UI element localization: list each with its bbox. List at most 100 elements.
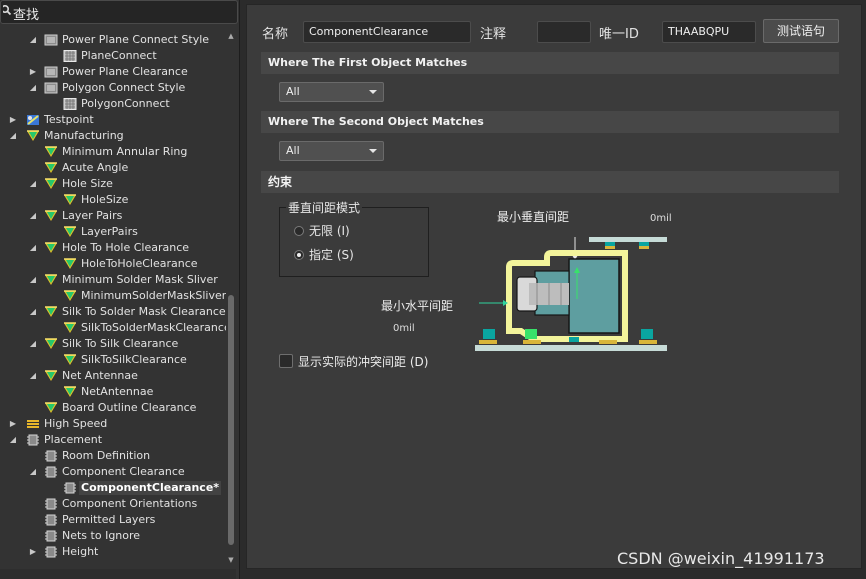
tree-item-label: PolygonConnect (81, 97, 170, 110)
tree-item-label: Minimum Annular Ring (62, 145, 188, 158)
rule-icon (44, 34, 58, 46)
expand-closed-icon[interactable]: ▶ (8, 416, 18, 432)
upper-pad (639, 246, 649, 249)
name-field[interactable]: ComponentClearance (303, 21, 471, 43)
manufacturing-icon (44, 242, 58, 254)
tree-item[interactable]: NetAntennae (0, 384, 226, 400)
show-actual-label[interactable]: 显示实际的冲突间距 (D) (298, 353, 428, 370)
tree-item[interactable]: ◢ Hole To Hole Clearance (0, 240, 226, 256)
show-actual-checkbox[interactable] (279, 354, 293, 368)
tree-item[interactable]: ◢ Component Clearance (0, 464, 226, 480)
search-box[interactable]: 查找 (0, 0, 238, 24)
scroll-down-icon[interactable]: ▼ (227, 556, 235, 564)
tree-item[interactable]: Component Orientations (0, 496, 226, 512)
manufacturing-icon (26, 130, 40, 142)
unique-id-field[interactable]: THAABQPU (662, 21, 756, 43)
tree-item-label: SilkToSilkClearance (81, 353, 187, 366)
tree-item[interactable]: Board Outline Clearance (0, 400, 226, 416)
lower-pad (599, 340, 617, 344)
expand-closed-icon[interactable]: ▶ (28, 544, 38, 560)
radio-specified[interactable] (294, 250, 304, 260)
expand-open-icon[interactable]: ◢ (28, 32, 38, 48)
comment-field[interactable] (537, 21, 591, 43)
expand-open-icon[interactable]: ◢ (8, 128, 18, 144)
tree-item[interactable]: ◢ Silk To Silk Clearance (0, 336, 226, 352)
tree-scrollbar[interactable]: ▲ ▼ (226, 30, 236, 568)
expand-open-icon[interactable]: ◢ (28, 272, 38, 288)
first-match-value: All (286, 85, 300, 98)
tree-item[interactable]: LayerPairs (0, 224, 226, 240)
min-vertical-value[interactable]: 0mil (650, 213, 672, 224)
horizontal-scrollbar[interactable] (0, 569, 236, 579)
tree-item-label: Silk To Silk Clearance (62, 337, 179, 350)
tree-item-label: Permitted Layers (62, 513, 156, 526)
expand-open-icon[interactable]: ◢ (28, 208, 38, 224)
expand-open-icon[interactable]: ◢ (28, 304, 38, 320)
expand-open-icon[interactable]: ◢ (28, 368, 38, 384)
tree-item[interactable]: ▶ Power Plane Clearance (0, 64, 226, 80)
tree-item[interactable]: SilkToSolderMaskClearance (0, 320, 226, 336)
tree-item[interactable]: ◢ Hole Size (0, 176, 226, 192)
radio-specified-label[interactable]: 指定 (S) (309, 246, 354, 263)
tree-item-label: Height (62, 545, 99, 558)
tree-item[interactable]: PlaneConnect (0, 48, 226, 64)
comment-label: 注释 (480, 27, 507, 42)
radio-infinite[interactable] (294, 226, 304, 236)
min-horizontal-value[interactable]: 0mil (393, 323, 415, 334)
expand-closed-icon[interactable]: ▶ (8, 112, 18, 128)
manufacturing-icon (44, 338, 58, 350)
scroll-thumb[interactable] (228, 295, 234, 545)
test-query-button[interactable]: 测试语句 (763, 19, 839, 43)
tree-item[interactable]: ◢ Manufacturing (0, 128, 226, 144)
manufacturing-icon (63, 258, 77, 270)
expand-open-icon[interactable]: ◢ (28, 336, 38, 352)
tree-item[interactable]: ◢ Power Plane Connect Style (0, 32, 226, 48)
expand-closed-icon[interactable]: ▶ (28, 64, 38, 80)
tree-item[interactable]: ◢ Silk To Solder Mask Clearance (0, 304, 226, 320)
tree-item[interactable]: SilkToSilkClearance (0, 352, 226, 368)
tree-item[interactable]: MinimumSolderMaskSliver (0, 288, 226, 304)
tree-item-label: SilkToSolderMaskClearance (81, 321, 226, 334)
tree-item[interactable]: PolygonConnect (0, 96, 226, 112)
first-match-dropdown[interactable]: All (279, 82, 384, 102)
tree-item[interactable]: ◢ Minimum Solder Mask Sliver (0, 272, 226, 288)
chevron-down-icon (369, 149, 377, 153)
tree-item[interactable]: ◢ Layer Pairs (0, 208, 226, 224)
tree-item[interactable]: Room Definition (0, 448, 226, 464)
tree-item[interactable]: ◢ Placement (0, 432, 226, 448)
tree-item[interactable]: ◢ Net Antennae (0, 368, 226, 384)
tree-item-label: Testpoint (44, 113, 94, 126)
tree-item-label: Nets to Ignore (62, 529, 141, 542)
min-horizontal-label: 最小水平间距 (381, 299, 454, 313)
tree-item[interactable]: ComponentClearance* (0, 480, 226, 496)
tree-item[interactable]: Minimum Annular Ring (0, 144, 226, 160)
expand-open-icon[interactable]: ◢ (8, 432, 18, 448)
upper-pad (605, 242, 615, 246)
name-label: 名称 (262, 27, 289, 42)
manufacturing-icon (63, 226, 77, 238)
lower-pad (483, 329, 495, 339)
tree-item[interactable]: Nets to Ignore (0, 528, 226, 544)
expand-open-icon[interactable]: ◢ (28, 240, 38, 256)
tree-item[interactable]: HoleSize (0, 192, 226, 208)
tree-item[interactable]: Acute Angle (0, 160, 226, 176)
lower-pad (479, 340, 497, 344)
radio-infinite-label[interactable]: 无限 (I) (309, 222, 350, 239)
expand-open-icon[interactable]: ◢ (28, 176, 38, 192)
expand-open-icon[interactable]: ◢ (28, 80, 38, 96)
scroll-up-icon[interactable]: ▲ (227, 32, 235, 40)
tree-item-label: Placement (44, 433, 103, 446)
tree-item[interactable]: ▶ Testpoint (0, 112, 226, 128)
manufacturing-icon (44, 210, 58, 222)
plane-icon (63, 50, 77, 62)
second-match-dropdown[interactable]: All (279, 141, 384, 161)
rule-editor-panel: 名称 ComponentClearance 注释 唯一ID THAABQPU 测… (246, 4, 862, 569)
tree-item[interactable]: HoleToHoleClearance (0, 256, 226, 272)
lower-pad (641, 329, 653, 339)
tree-item[interactable]: ▶ High Speed (0, 416, 226, 432)
tree-item[interactable]: ◢ Polygon Connect Style (0, 80, 226, 96)
tree-item[interactable]: Permitted Layers (0, 512, 226, 528)
expand-open-icon[interactable]: ◢ (28, 464, 38, 480)
tree-item-label: Net Antennae (62, 369, 138, 382)
tree-item[interactable]: ▶ Height (0, 544, 226, 560)
